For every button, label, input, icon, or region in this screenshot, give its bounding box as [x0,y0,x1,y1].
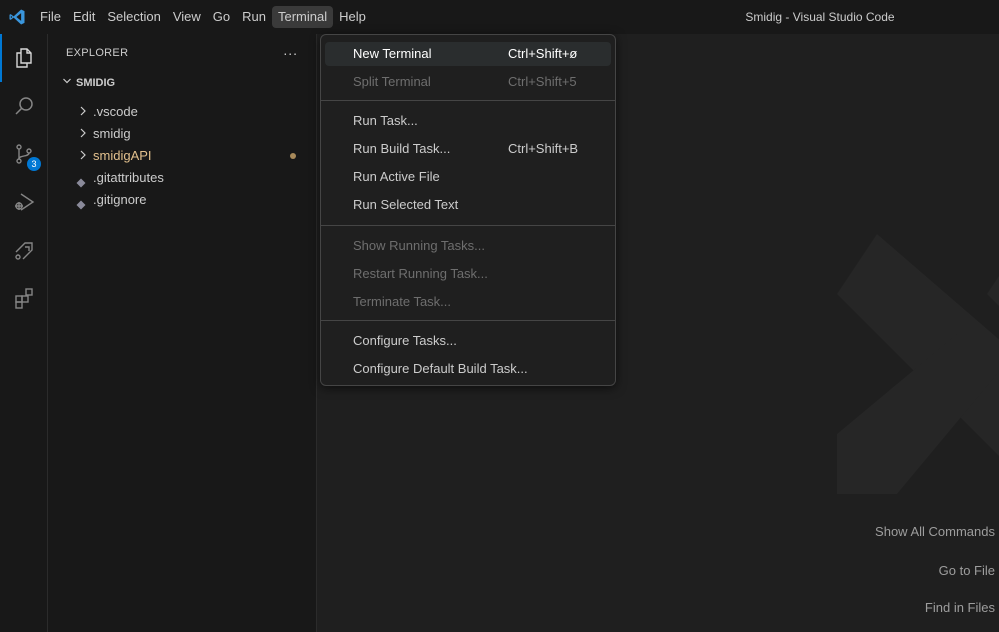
hint-go-to-file: Go to File [938,563,995,578]
window-title: Smidig - Visual Studio Code [745,10,895,24]
explorer-sidebar: EXPLORER ... SMIDIG .vscode smidig smidi… [48,34,317,632]
tree-item-label: .gitignore [93,192,147,207]
chevron-right-icon [77,101,89,123]
hint-show-all-commands: Show All Commands [875,524,995,539]
menu-file[interactable]: File [34,6,67,28]
menu-separator [321,225,615,226]
menu-run[interactable]: Run [236,6,272,28]
workspace-folder[interactable]: SMIDIG [62,76,115,89]
more-actions-button[interactable]: ... [283,42,298,58]
extensions-icon[interactable] [0,274,48,322]
tree-item-smidigapi[interactable]: smidigAPI [48,145,316,167]
activity-bar: 3 [0,34,48,632]
chevron-right-icon [77,145,89,167]
title-bar: File Edit Selection View Go Run Terminal… [0,0,999,34]
menu-item-run-selected-text[interactable]: Run Selected Text [325,193,611,217]
tree-item-vscode[interactable]: .vscode [48,101,316,123]
modified-dot-icon [290,153,296,159]
menu-edit[interactable]: Edit [67,6,101,28]
tree-item-label: smidigAPI [93,148,152,163]
menu-help[interactable]: Help [333,6,372,28]
menu-view[interactable]: View [167,6,207,28]
run-debug-icon[interactable] [0,178,48,226]
menu-item-configure-default-build-task[interactable]: Configure Default Build Task... [325,357,611,381]
menu-separator [321,100,615,101]
tree-item-smidig[interactable]: smidig [48,123,316,145]
menu-item-run-build-task[interactable]: Run Build Task... Ctrl+Shift+B [325,137,611,161]
vscode-watermark-icon [837,234,999,497]
chevron-right-icon [77,123,89,145]
tree-item-gitattributes[interactable]: .gitattributes [48,167,316,189]
menu-bar: File Edit Selection View Go Run Terminal… [34,0,372,34]
search-icon[interactable] [0,82,48,130]
chevron-down-icon [62,76,72,89]
menu-separator [321,320,615,321]
tree-item-label: .vscode [93,104,138,119]
tree-item-label: .gitattributes [93,170,164,185]
git-file-icon [76,195,86,217]
workspace-folder-label: SMIDIG [76,76,116,89]
remote-explorer-icon[interactable] [0,226,48,274]
menu-item-split-terminal: Split Terminal Ctrl+Shift+5 [325,70,611,94]
menu-item-show-running-tasks: Show Running Tasks... [353,238,485,253]
terminal-menu: New Terminal Ctrl+Shift+ø Split Terminal… [320,34,616,386]
tree-item-label: smidig [93,126,131,141]
menu-item-new-terminal[interactable]: New Terminal Ctrl+Shift+ø [325,42,611,66]
source-control-icon[interactable]: 3 [0,130,48,178]
shortcut: Ctrl+Shift+ø [508,46,578,61]
vscode-logo-icon [0,0,34,34]
shortcut: Ctrl+Shift+B [508,141,579,156]
explorer-icon[interactable] [0,34,48,82]
hint-find-in-files: Find in Files [924,600,995,615]
tree-item-gitignore[interactable]: .gitignore [48,189,316,211]
menu-item-terminate-task: Terminate Task... [353,294,452,309]
shortcut: Ctrl+Shift+5 [508,74,577,89]
menu-go[interactable]: Go [207,6,236,28]
menu-item-run-task[interactable]: Run Task... [325,109,611,133]
menu-selection[interactable]: Selection [101,6,166,28]
menu-item-run-active-file[interactable]: Run Active File [325,165,611,189]
menu-terminal[interactable]: Terminal [272,6,334,28]
source-control-badge: 3 [27,157,41,171]
explorer-header: EXPLORER [66,47,129,59]
menu-item-configure-tasks[interactable]: Configure Tasks... [325,329,611,353]
menu-item-restart-running-task: Restart Running Task... [353,266,488,281]
